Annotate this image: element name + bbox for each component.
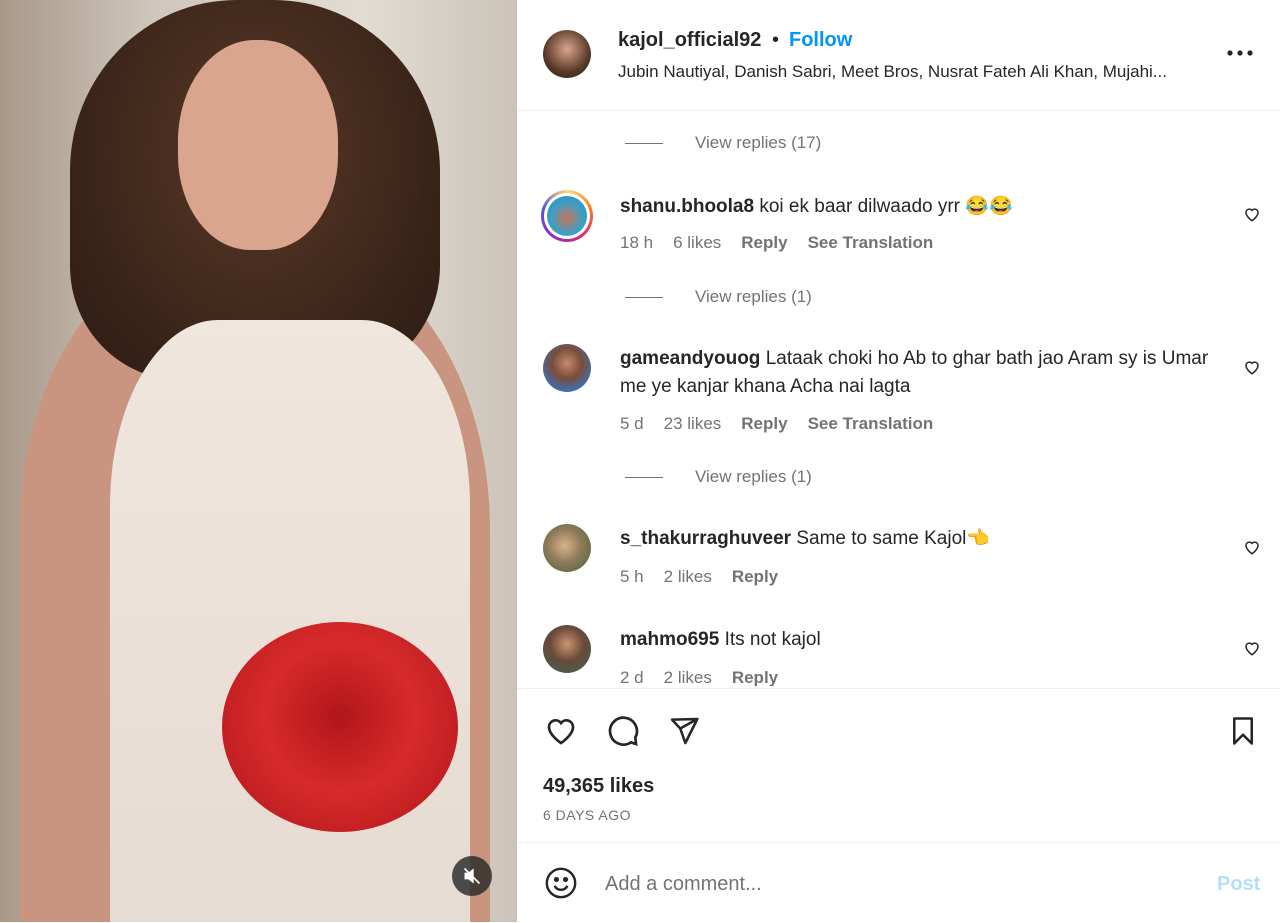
- view-replies-label: View replies (1): [695, 287, 812, 306]
- follow-button[interactable]: Follow: [789, 29, 852, 52]
- author-username[interactable]: kajol_official92: [618, 29, 761, 52]
- comment-input[interactable]: [603, 863, 1187, 905]
- view-replies-label: View replies (1): [695, 467, 812, 486]
- commenter-avatar[interactable]: [541, 190, 593, 242]
- view-replies-label: View replies (17): [695, 133, 822, 152]
- comment-time[interactable]: 2 d: [620, 668, 644, 686]
- view-replies-button[interactable]: View replies (17): [625, 131, 821, 155]
- comment-meta: 18 h 6 likes Reply See Translation: [620, 233, 933, 253]
- heart-icon: [1245, 208, 1259, 222]
- bookmark-icon: [1233, 717, 1253, 745]
- view-replies-button[interactable]: View replies (1): [625, 285, 812, 309]
- comment-likes[interactable]: 23 likes: [664, 414, 722, 434]
- comment-text: mahmo695 Its not kajol: [620, 626, 1210, 654]
- post-comment-button[interactable]: Post: [1217, 873, 1260, 896]
- more-icon: [1227, 50, 1253, 56]
- post-side-panel: kajol_official92 • Follow Jubin Nautiyal…: [517, 0, 1280, 922]
- save-button[interactable]: [1225, 713, 1261, 749]
- reply-line: [625, 142, 663, 144]
- comment-time[interactable]: 18 h: [620, 233, 653, 253]
- comments-list[interactable]: View replies (17) shanu.bhoola8 koi ek b…: [517, 111, 1280, 686]
- author-avatar[interactable]: [543, 30, 591, 78]
- comment-likes[interactable]: 2 likes: [664, 567, 712, 587]
- comment-like-button[interactable]: [1241, 203, 1263, 225]
- comment-body: koi ek baar dilwaado yrr 😂😂: [759, 196, 1013, 217]
- comment-icon: [608, 716, 639, 746]
- comment-time[interactable]: 5 h: [620, 567, 644, 587]
- post-media[interactable]: [0, 0, 517, 922]
- commenter-avatar[interactable]: [543, 524, 591, 572]
- comment-meta: 2 d 2 likes Reply: [620, 668, 778, 686]
- emoji-button[interactable]: [543, 865, 579, 901]
- heart-icon: [547, 718, 575, 745]
- comment-username[interactable]: shanu.bhoola8: [620, 196, 754, 217]
- heart-icon: [1245, 361, 1259, 375]
- audio-attribution[interactable]: Jubin Nautiyal, Danish Sabri, Meet Bros,…: [618, 62, 1208, 82]
- comment-time[interactable]: 5 d: [620, 414, 644, 434]
- reply-line: [625, 296, 663, 298]
- comment-text: shanu.bhoola8 koi ek baar dilwaado yrr 😂…: [620, 193, 1210, 221]
- post-date[interactable]: 6 DAYS AGO: [543, 807, 631, 823]
- comment-body: Same to same Kajol👈: [796, 528, 991, 549]
- reply-button[interactable]: Reply: [741, 233, 787, 253]
- see-translation-button[interactable]: See Translation: [808, 233, 934, 253]
- post-actions: 49,365 likes 6 DAYS AGO: [517, 688, 1280, 839]
- view-replies-button[interactable]: View replies (1): [625, 465, 812, 489]
- comment-username[interactable]: s_thakurraghuveer: [620, 528, 791, 549]
- post-header: kajol_official92 • Follow Jubin Nautiyal…: [517, 0, 1280, 111]
- send-icon: [670, 717, 699, 745]
- reply-button[interactable]: Reply: [732, 668, 778, 686]
- comment-username[interactable]: mahmo695: [620, 629, 719, 650]
- separator-dot: •: [772, 29, 780, 51]
- comment-meta: 5 h 2 likes Reply: [620, 567, 778, 587]
- likes-count[interactable]: 49,365 likes: [543, 775, 654, 798]
- like-button[interactable]: [543, 713, 579, 749]
- reply-line: [625, 476, 663, 478]
- see-translation-button[interactable]: See Translation: [808, 414, 934, 434]
- comment-like-button[interactable]: [1241, 536, 1263, 558]
- comment-like-button[interactable]: [1241, 356, 1263, 378]
- comment-meta: 5 d 23 likes Reply See Translation: [620, 414, 933, 434]
- media-rose-clutch: [222, 622, 458, 832]
- heart-icon: [1245, 642, 1259, 656]
- comment-likes[interactable]: 2 likes: [664, 668, 712, 686]
- comment-like-button[interactable]: [1241, 637, 1263, 659]
- comment-body: Its not kajol: [724, 629, 821, 650]
- emoji-icon: [545, 867, 577, 899]
- muted-audio-icon: [463, 867, 481, 885]
- commenter-avatar[interactable]: [543, 344, 591, 392]
- media-person-face: [178, 40, 338, 250]
- comment-likes[interactable]: 6 likes: [673, 233, 721, 253]
- more-options-button[interactable]: [1225, 38, 1255, 68]
- comment-button[interactable]: [605, 713, 641, 749]
- comment-text: s_thakurraghuveer Same to same Kajol👈: [620, 525, 1210, 553]
- add-comment-bar: Post: [517, 842, 1280, 923]
- comment-text: gameandyouog Lataak choki ho Ab to ghar …: [620, 345, 1210, 401]
- comment-username[interactable]: gameandyouog: [620, 348, 760, 369]
- heart-icon: [1245, 541, 1259, 555]
- reply-button[interactable]: Reply: [741, 414, 787, 434]
- share-button[interactable]: [666, 713, 702, 749]
- reply-button[interactable]: Reply: [732, 567, 778, 587]
- mute-button[interactable]: [452, 856, 492, 896]
- commenter-avatar[interactable]: [543, 625, 591, 673]
- media-dress: [110, 320, 470, 922]
